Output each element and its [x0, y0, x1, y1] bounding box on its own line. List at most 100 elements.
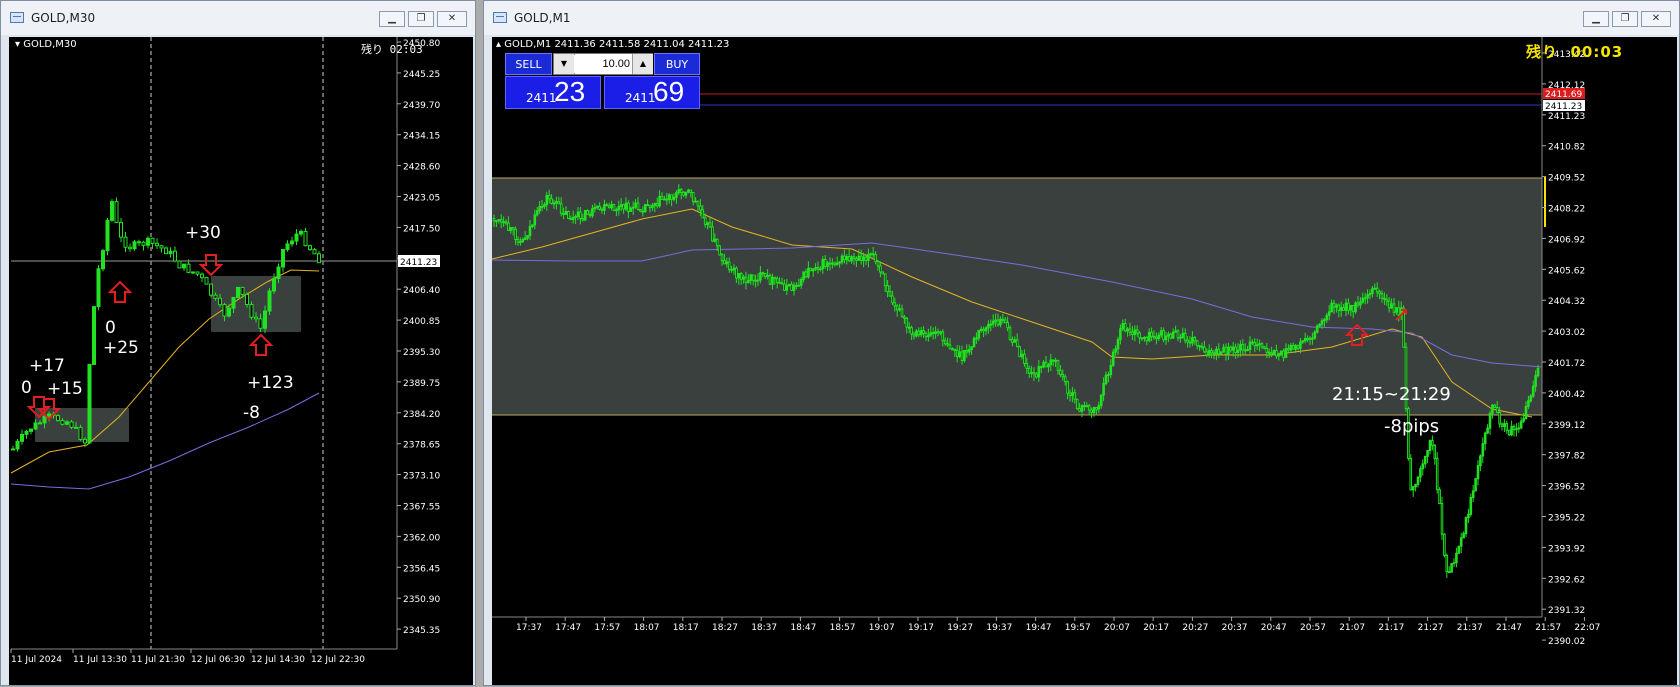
candle — [915, 330, 918, 337]
candle — [955, 349, 959, 358]
lot-size-stepper[interactable]: ▼ ▲ — [553, 53, 653, 75]
candle — [852, 256, 856, 260]
price-axis-label: 2399.12 — [1548, 421, 1585, 431]
close-button[interactable]: ✕ — [1641, 11, 1671, 27]
candle — [1224, 346, 1228, 355]
time-axis-label: 11 Jul 13:30 — [73, 655, 127, 665]
candle — [1320, 320, 1324, 325]
price-axis-label: 2395.22 — [1548, 514, 1585, 524]
candle — [1289, 344, 1293, 351]
candle — [871, 253, 875, 256]
candle — [847, 256, 851, 262]
candle — [1095, 407, 1098, 410]
candle — [778, 281, 781, 284]
sell-price-big: 23 — [554, 76, 586, 107]
symbol-label: ▴ GOLD,M1 2411.36 2411.58 2411.04 2411.2… — [496, 39, 730, 50]
window-titlebar[interactable]: GOLD,M1 ▁ ❐ ✕ — [484, 1, 1679, 35]
candle — [535, 210, 539, 216]
candle — [1421, 463, 1425, 470]
candle — [1126, 328, 1129, 332]
candle — [1255, 344, 1259, 347]
candle — [1359, 301, 1362, 306]
candle — [1071, 392, 1074, 397]
price-axis-label: 2400.85 — [403, 317, 440, 327]
window-titlebar[interactable]: GOLD,M30 ▁ ❐ ✕ — [1, 1, 475, 35]
candle — [970, 346, 973, 350]
candle — [1373, 287, 1377, 290]
maximize-icon: ❐ — [1620, 13, 1630, 24]
candle — [934, 331, 937, 334]
candle — [504, 221, 508, 224]
candle — [1229, 346, 1233, 351]
candle-timer: 残り 02:03 — [361, 43, 423, 56]
candle — [643, 204, 647, 212]
candle — [1015, 339, 1019, 348]
candle — [1419, 468, 1422, 478]
time-axis-label: 21:17 — [1378, 623, 1404, 633]
lot-size-input[interactable] — [574, 55, 630, 73]
candle — [1241, 344, 1245, 351]
buy-price-display[interactable]: 2411 69 — [604, 76, 700, 109]
candle — [550, 198, 553, 204]
buy-button[interactable]: BUY — [654, 53, 700, 75]
candle — [619, 204, 623, 207]
candle — [1296, 344, 1300, 349]
minimize-button[interactable]: ▁ — [1583, 11, 1609, 27]
candle — [105, 219, 110, 252]
price-axis-label: 2428.60 — [403, 163, 440, 173]
candle — [819, 268, 822, 271]
maximize-button[interactable]: ❐ — [1612, 11, 1638, 27]
candle — [715, 238, 719, 247]
chart-window-gold-m30[interactable]: GOLD,M30 ▁ ❐ ✕ 2450.80 2445.25 2439.70 2434… — [0, 0, 476, 686]
candle — [845, 256, 849, 261]
candle — [610, 203, 613, 209]
price-axis-label: 2391.32 — [1548, 606, 1585, 616]
candle — [891, 295, 894, 304]
candle — [1018, 346, 1021, 358]
candle — [1008, 327, 1012, 341]
candle — [1188, 341, 1192, 344]
lot-decrease-button[interactable]: ▼ — [554, 54, 575, 74]
symbol-text: GOLD,M1 2411.36 2411.58 2411.04 2411.23 — [504, 39, 730, 50]
sell-button[interactable]: SELL — [505, 53, 552, 75]
candle — [943, 340, 947, 345]
time-axis-label: 20:47 — [1261, 623, 1287, 633]
candle — [713, 238, 717, 242]
candle — [763, 272, 767, 277]
chart-canvas[interactable]: 2450.80 2445.25 2439.70 2434.15 2428.60 2423.… — [9, 37, 473, 685]
candle — [679, 189, 683, 193]
candle — [1483, 432, 1487, 445]
candle — [699, 205, 702, 211]
candle — [1457, 545, 1461, 554]
chart-window-gold-m1[interactable]: GOLD,M1 ▁ ❐ ✕ 2413.42 2412.12 2411.23 2410.… — [483, 0, 1680, 686]
candle — [785, 285, 789, 291]
candle — [744, 276, 748, 284]
candle — [1411, 486, 1415, 491]
candle — [1315, 325, 1319, 333]
candle — [883, 273, 887, 287]
candle — [1023, 353, 1026, 364]
candle — [1193, 337, 1197, 342]
time-axis-label: 18:57 — [830, 623, 856, 633]
lot-increase-button[interactable]: ▲ — [632, 54, 653, 74]
candle — [231, 296, 236, 309]
time-axis-label: 12 Jul 06:30 — [191, 655, 245, 665]
candle — [1140, 337, 1144, 340]
price-axis-label: 2356.45 — [403, 564, 440, 574]
candle — [919, 330, 923, 336]
candle — [831, 262, 834, 265]
candle — [965, 349, 969, 353]
minimize-button[interactable]: ▁ — [379, 11, 405, 27]
price-axis-label: 2417.50 — [403, 224, 440, 234]
maximize-button[interactable]: ❐ — [408, 11, 434, 27]
time-axis-label: 21:37 — [1457, 623, 1483, 633]
m1-chart[interactable]: 2413.422412.122411.232410.822409.522408.… — [492, 37, 1679, 687]
price-axis-label: 2434.15 — [403, 132, 440, 142]
candle — [989, 323, 993, 326]
chart-canvas[interactable]: 2413.42 2412.12 2411.23 2410.82 2409.52 2408.… — [492, 37, 1677, 685]
sell-price-display[interactable]: 2411 23 — [505, 76, 601, 109]
candle — [639, 209, 642, 212]
candle — [927, 334, 930, 338]
m30-chart[interactable]: 2450.802445.252439.702434.152428.602423.… — [9, 37, 475, 687]
close-button[interactable]: ✕ — [437, 11, 467, 27]
